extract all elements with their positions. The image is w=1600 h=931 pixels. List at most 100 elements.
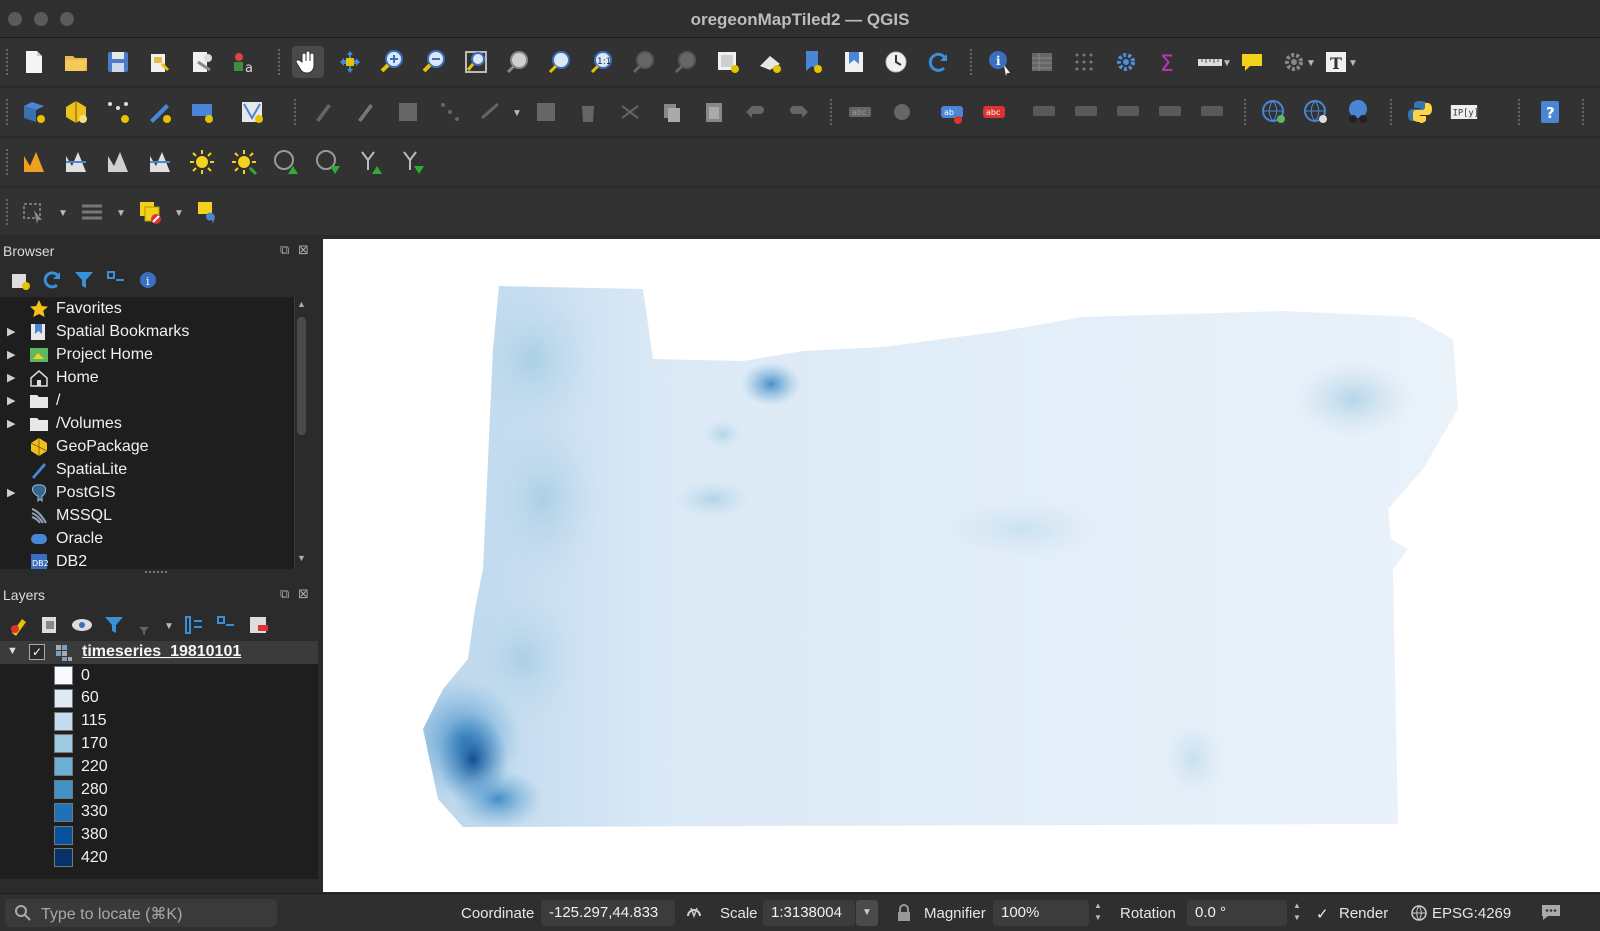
zoom-out-icon[interactable] (418, 46, 450, 78)
rotation-spinner[interactable]: ▲ ▼ (1290, 900, 1304, 926)
browser-item-oracle[interactable]: Oracle (0, 527, 300, 550)
extents-toggle-icon[interactable] (684, 902, 704, 927)
browser-item-spatial-bookmarks[interactable]: ▶ Spatial Bookmarks (0, 320, 300, 343)
close-panel-icon[interactable]: ⊠ (298, 586, 309, 602)
zoom-last-icon[interactable] (628, 46, 660, 78)
scale-field[interactable]: 1:3138004 (763, 900, 855, 926)
layer-row-selected[interactable]: ▼ ✓ timeseries_19810101 (0, 641, 318, 664)
y-down-icon[interactable] (396, 146, 428, 178)
messages-icon[interactable] (1540, 902, 1562, 927)
browser-item-geopackage[interactable]: GeoPackage (0, 435, 300, 458)
pan-to-selection-icon[interactable] (334, 46, 366, 78)
select-features-grid-icon[interactable] (1068, 46, 1100, 78)
chevron-down-icon[interactable]: ▼ (116, 208, 126, 219)
expand-arrow-icon[interactable]: ▶ (7, 394, 15, 407)
properties-info-icon[interactable]: i (132, 264, 164, 296)
scale-dropdown-icon[interactable]: ▼ (856, 900, 878, 926)
scroll-down-icon[interactable]: ▼ (297, 553, 306, 563)
add-selected-layers-icon[interactable] (4, 264, 36, 296)
toolbar-grip[interactable] (1244, 99, 1248, 125)
raster-profile-line-icon[interactable] (60, 146, 92, 178)
zoom-full-icon[interactable] (460, 46, 492, 78)
filter-browser-icon[interactable] (68, 264, 100, 296)
save-project-icon[interactable] (102, 46, 134, 78)
browser-item-spatialite[interactable]: SpatiaLite (0, 458, 300, 481)
expand-arrow-icon[interactable]: ▶ (7, 371, 15, 384)
scroll-up-icon[interactable]: ▲ (297, 299, 306, 309)
help-icon[interactable]: ? (1534, 96, 1566, 128)
expand-arrow-icon[interactable]: ▼ (7, 645, 18, 657)
toggle-editing-icon[interactable] (350, 96, 382, 128)
float-panel-icon[interactable]: ⧉ (280, 242, 289, 258)
magnifier-field[interactable]: 100% (993, 900, 1089, 926)
copy-features-icon[interactable] (656, 96, 688, 128)
manage-map-themes-icon[interactable] (66, 609, 98, 641)
search-metasearch-icon[interactable] (1300, 96, 1332, 128)
zoom-in-icon[interactable] (376, 46, 408, 78)
expand-arrow-icon[interactable]: ▶ (7, 348, 15, 361)
browser-item-volumes[interactable]: ▶ /Volumes (0, 412, 300, 435)
crs-globe-icon[interactable] (1410, 904, 1428, 927)
map-tips-icon[interactable] (1236, 46, 1268, 78)
raster-profile-3-icon[interactable] (144, 146, 176, 178)
toolbar-grip[interactable] (970, 49, 974, 75)
chevron-down-icon[interactable]: ▼ (58, 208, 68, 219)
chevron-down-icon[interactable]: ▼ (1306, 58, 1316, 69)
zoom-next-icon[interactable] (670, 46, 702, 78)
zoom-to-layer-icon[interactable] (544, 46, 576, 78)
browser-item-db2[interactable]: DB2 DB2 (0, 550, 300, 569)
toolbar-grip[interactable] (6, 149, 10, 175)
magnifier-spinner[interactable]: ▲ ▼ (1091, 900, 1105, 926)
new-geopackage-layer-icon[interactable] (60, 96, 92, 128)
highlight-pinned-labels-icon[interactable]: ab (936, 96, 968, 128)
raster-profile-icon[interactable] (18, 146, 50, 178)
chevron-down-icon[interactable]: ▼ (174, 208, 184, 219)
identify-features-icon[interactable]: i (984, 46, 1016, 78)
lock-scale-icon[interactable] (896, 903, 912, 928)
vertex-tool-icon[interactable] (530, 96, 562, 128)
refresh-icon[interactable] (922, 46, 954, 78)
layout-manager-icon[interactable] (186, 46, 218, 78)
processing-toolbox-icon[interactable] (1110, 46, 1142, 78)
refresh-browser-icon[interactable] (36, 264, 68, 296)
float-panel-icon[interactable]: ⧉ (280, 586, 289, 602)
layer-diagram-options-icon[interactable] (886, 96, 918, 128)
browser-scrollbar[interactable]: ▲ ▼ (294, 297, 308, 569)
coordinate-field[interactable]: -125.297,44.833 (541, 900, 675, 926)
browser-item-favorites[interactable]: Favorites (0, 297, 300, 320)
toolbar-grip[interactable] (1582, 99, 1586, 125)
expand-arrow-icon[interactable]: ▶ (7, 325, 15, 338)
open-project-icon[interactable] (60, 46, 92, 78)
browser-item-postgis[interactable]: ▶ PostGIS (0, 481, 300, 504)
browser-item-home[interactable]: ▶ Home (0, 366, 300, 389)
toolbar-grip[interactable] (6, 199, 10, 225)
temporal-controller-icon[interactable] (880, 46, 912, 78)
ipython-console-icon[interactable]: IP[y] (1446, 96, 1482, 128)
toolbar-grip[interactable] (294, 99, 298, 125)
expand-all-icon[interactable] (178, 609, 210, 641)
style-manager-icon[interactable]: a (228, 46, 260, 78)
redo-icon[interactable] (782, 96, 814, 128)
select-by-location-icon[interactable] (192, 196, 224, 228)
show-hide-labels-icon[interactable] (1070, 96, 1102, 128)
new-3d-map-view-icon[interactable] (754, 46, 786, 78)
toolbar-grip[interactable] (6, 99, 10, 125)
collapse-all-layers-icon[interactable] (210, 609, 242, 641)
locator-search-input[interactable]: Type to locate (⌘K) (5, 899, 277, 927)
browser-item-mssql[interactable]: MSSQL (0, 504, 300, 527)
new-spatialite-layer-icon[interactable] (144, 96, 176, 128)
new-bookmark-icon[interactable] (796, 46, 828, 78)
toolbar-grip[interactable] (1518, 99, 1522, 125)
rotation-field[interactable]: 0.0 ° (1187, 900, 1287, 926)
add-group-icon[interactable] (34, 609, 66, 641)
move-label-icon[interactable] (1112, 96, 1144, 128)
new-mesh-layer-icon[interactable] (236, 96, 268, 128)
circle-up-icon[interactable] (270, 146, 302, 178)
layer-labeling-options-icon[interactable]: abc (844, 96, 876, 128)
undo-icon[interactable] (740, 96, 772, 128)
chevron-down-icon[interactable]: ▼ (1348, 58, 1358, 69)
sun-settings-icon[interactable] (228, 146, 260, 178)
zoom-to-selection-icon[interactable] (502, 46, 534, 78)
data-source-manager-icon[interactable] (18, 96, 50, 128)
toolbar-grip[interactable] (6, 49, 10, 75)
